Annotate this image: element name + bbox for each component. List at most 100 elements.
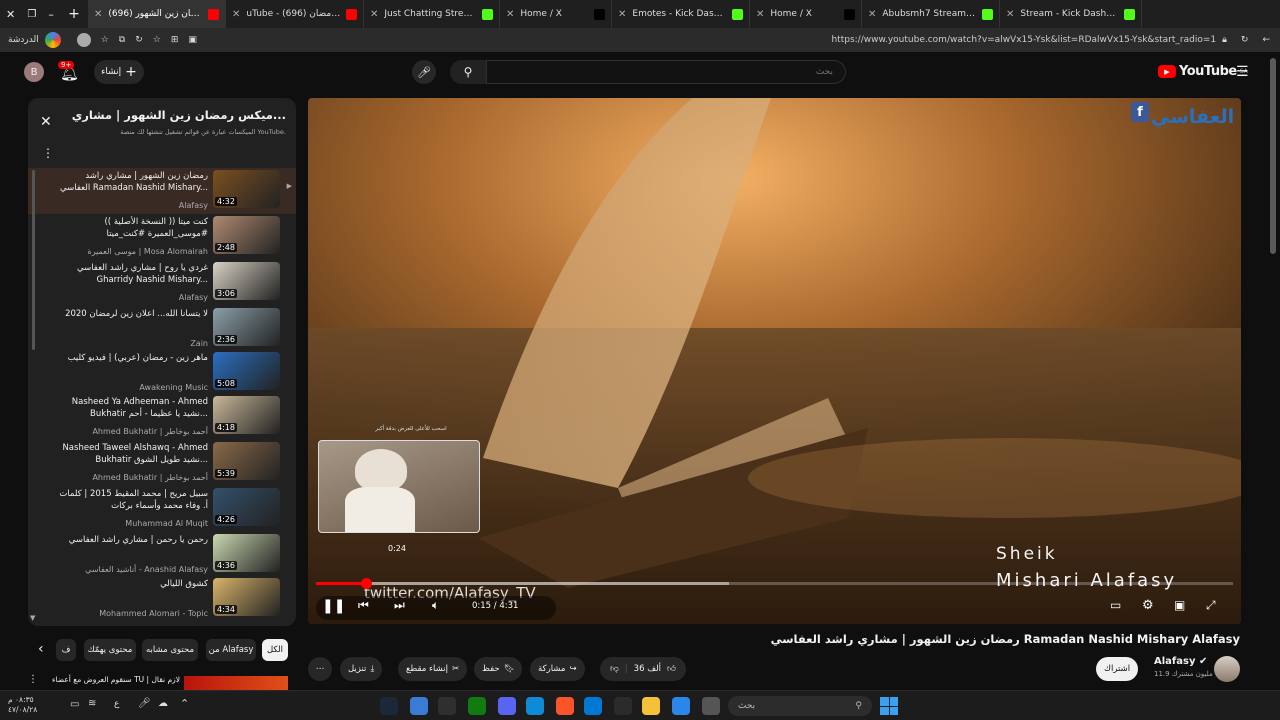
playlist-item[interactable]: 4:18 Nasheed Ya Adheeman - Ahmed Bukhatir… [28,394,296,440]
playlist-item[interactable]: 4:36 رحمن يا رحمن | مشاري راشد العفاسي أنا… [28,532,296,578]
voice-search-icon[interactable]: 🎤︎ [412,60,436,84]
notepad-icon[interactable] [410,697,428,715]
cloud-icon[interactable]: ☁ [158,698,168,709]
share-button[interactable]: مشاركة ↪ [530,657,585,681]
filter-chip[interactable]: محتوى مشابه [142,639,198,661]
home-label[interactable]: الدردشة [8,35,39,45]
browser-tab[interactable]: ✕ Home / X [500,0,612,28]
clip-button[interactable]: إنشاء مقطع ✂ [398,657,468,681]
subscribe-button[interactable]: اشتراك [1096,657,1139,681]
brave-icon[interactable] [556,697,574,715]
playlist-item[interactable]: 2:48 كنت ميتا (( النسخة الأصلية )) #موسى_… [28,214,296,260]
clock[interactable]: ٠٨:٣٥ م ٤٧/٠٨/٢٨ [8,695,37,715]
close-tab-icon[interactable]: ✕ [506,9,514,20]
taskbar-search[interactable]: بحث ⚲ [728,696,872,716]
discord-icon[interactable] [498,697,516,715]
reload-icon[interactable]: ↻ [135,35,143,45]
close-tab-icon[interactable]: ✕ [756,9,764,20]
minimize-window-icon[interactable]: – [48,8,54,21]
collections-icon[interactable]: ▣ [188,35,197,45]
create-button[interactable]: إنشاء + [94,60,144,84]
browser-tab[interactable]: ✕ uTube - (696) انشوده رمضان [226,0,364,28]
playlist-item[interactable]: 2:36 لا يتسانا الله... اعلان زين لرمضان 2… [28,306,296,352]
miniplayer-icon[interactable]: ▣ [1174,598,1185,612]
next-banner[interactable]: ⋮ سنقوم العروض مع أعضاء TU | لازم نقال [28,672,296,690]
menu-icon[interactable]: ☰ [1236,64,1249,80]
microphone-icon[interactable]: 🎤︎ [138,698,151,709]
refresh-icon[interactable]: ↻ [1241,35,1249,45]
like-icon[interactable]: 👍︎ [667,664,676,674]
tray-expand-icon[interactable]: ⌃ [180,697,189,710]
restore-window-icon[interactable]: ❐ [27,9,36,20]
fullscreen-icon[interactable]: ⤢ [1206,598,1216,613]
browser-tab[interactable]: ✕ Just Chatting Streaming - Liv [364,0,500,28]
xbox-icon[interactable] [468,697,486,715]
edge-icon[interactable] [526,697,544,715]
close-tab-icon[interactable]: ✕ [370,9,378,20]
close-tab-icon[interactable]: ✕ [232,9,240,20]
dislike-icon[interactable]: 👎︎ [610,664,619,674]
banner-options-icon[interactable]: ⋮ [28,674,38,685]
add-favorite-icon[interactable]: ☆ [153,35,161,45]
channel-name[interactable]: Alafasy ✔ [1154,656,1207,667]
close-window-icon[interactable]: ✕ [6,8,15,21]
playlist-item[interactable]: 5:08 ماهر زين - رمضان (عربي) | فيديو كليب… [28,350,296,396]
volume-icon[interactable]: 🔈︎ [432,598,439,613]
download-button[interactable]: تنزيل ⤓ [340,657,383,681]
browser-tab[interactable]: ✕ Emotes - Kick Dashboard [612,0,750,28]
playlist-item[interactable]: 4:26 سبيل مريح | محمد المقيط 2015 | كلمات… [28,486,296,532]
close-tab-icon[interactable]: ✕ [868,9,876,20]
obs-icon[interactable] [438,697,456,715]
playlist-item[interactable]: ▶ 4:32 رمضان زين الشهور | مشاري راشد العفا… [28,168,296,214]
store-icon[interactable] [614,697,632,715]
video-player[interactable]: f العفاسي اسحب للأعلى للعرض بدقة أكبر 0:… [308,98,1241,624]
start-icon[interactable] [880,697,898,715]
url-text[interactable]: https://www.youtube.com/watch?v=alwVx15-… [831,35,1216,45]
search-input[interactable] [486,60,846,84]
browser-tab[interactable]: ✕ Home / X [750,0,862,28]
filter-chip[interactable]: ف [56,639,76,661]
settings-icon[interactable]: ⚙︎ [1142,598,1154,613]
search-button[interactable]: ⚲ [450,60,486,84]
playlist-item[interactable]: 3:06 غردي يا روح | مشاري راشد العفاسي Gha… [28,260,296,306]
browser-tab[interactable]: ✕ Stream - Kick Dashboard [1000,0,1142,28]
steam-icon[interactable] [380,697,398,715]
new-tab-icon[interactable]: + [60,6,88,22]
split-icon[interactable]: ⊞ [171,35,179,45]
save-button[interactable]: حفظ 🔖︎ [474,657,523,681]
filter-chip[interactable]: من Alafasy [206,639,256,661]
language-indicator[interactable]: ع [114,699,119,709]
filter-chip[interactable]: محتوى يهمّك [84,639,136,661]
mail-icon[interactable] [584,697,602,715]
scroll-down-icon[interactable]: ▼ [30,614,35,622]
extensions-icon[interactable]: ⧉ [119,35,125,45]
channel-avatar[interactable] [1214,656,1240,682]
chips-left-arrow-icon[interactable]: ‹ [38,641,44,657]
page-scrollbar[interactable] [1270,58,1276,254]
avatar[interactable]: B [24,62,44,82]
back-icon[interactable]: ← [1262,35,1270,45]
playlist-item[interactable]: 4:34 كشوق الليالي Mohammed Alomari - Topic [28,576,296,622]
lock-icon[interactable]: 🔒︎ [1222,35,1227,45]
subtitles-icon[interactable]: ▭ [1110,598,1121,612]
browser-tab[interactable]: ✕ Abubsmh7 Stream - Watch L [862,0,1000,28]
explorer-icon[interactable] [642,697,660,715]
vscode-icon[interactable] [672,697,690,715]
copilot-icon[interactable] [44,32,61,48]
window-icon[interactable] [702,697,720,715]
close-tab-icon[interactable]: ✕ [94,9,102,20]
youtube-logo[interactable]: ▶ YouTube SA [1158,64,1248,79]
playlist-item[interactable]: 5:39 Nasheed Taweel Alshawq - Ahmed Bukha… [28,440,296,486]
more-actions-icon[interactable]: ⋯ [308,657,332,681]
next-icon[interactable]: ⏭︎ [394,598,405,613]
pause-icon[interactable]: ❚❚ [322,598,345,614]
filter-chip[interactable]: الكل [262,639,288,661]
favorites-icon[interactable]: ☆ [101,35,109,45]
close-tab-icon[interactable]: ✕ [618,9,626,20]
close-tab-icon[interactable]: ✕ [1006,9,1014,20]
more-options-icon[interactable]: ⋮ [42,146,54,160]
profile-icon[interactable] [76,33,91,47]
wifi-icon[interactable]: ≋ [88,698,96,709]
progress-bar[interactable] [316,578,1233,589]
battery-icon[interactable]: ▭ [70,699,79,710]
